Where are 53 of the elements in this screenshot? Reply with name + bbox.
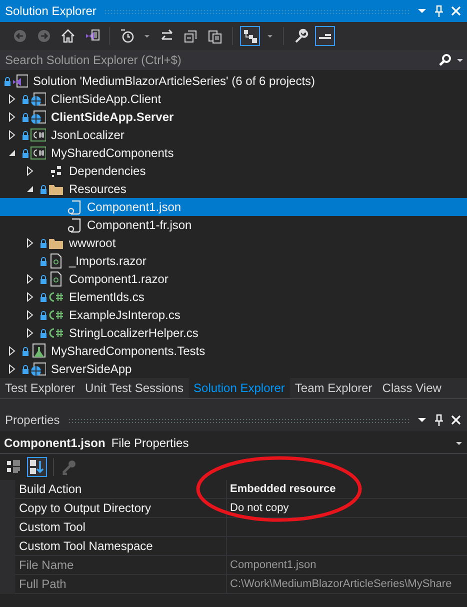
tree-item[interactable]: MySharedComponents.Tests [0, 342, 467, 360]
collapsed-arrow-icon[interactable] [8, 130, 16, 140]
tab[interactable]: Test Explorer [0, 378, 80, 398]
sort-icon[interactable] [27, 457, 47, 477]
tree-item[interactable]: _Imports.razor [0, 252, 467, 270]
tree-item[interactable]: Solution 'MediumBlazorArticleSeries' (6 of 6 projects) [0, 72, 467, 90]
property-name: Custom Tool Namespace [15, 537, 227, 555]
search-icon[interactable] [438, 53, 452, 67]
property-value[interactable]: Do not copy [227, 499, 467, 517]
tree-item[interactable]: wwwroot [0, 234, 467, 252]
collapsed-arrow-icon[interactable] [8, 346, 16, 356]
caret-icon[interactable] [455, 439, 463, 447]
tree-item[interactable]: ClientSideApp.Client [0, 90, 467, 108]
tab[interactable]: Class View [377, 378, 446, 398]
property-name: Custom Tool [15, 518, 227, 536]
collapsed-arrow-icon[interactable] [26, 310, 34, 320]
collapsed-arrow-icon[interactable] [26, 238, 34, 248]
collapsed-arrow-icon[interactable] [26, 328, 34, 338]
property-name: Build Action [15, 480, 227, 498]
collapsed-arrow-icon[interactable] [26, 292, 34, 302]
tree-item[interactable]: StringLocalizerHelper.cs [0, 324, 467, 342]
tree-item[interactable]: Component1.razor [0, 270, 467, 288]
collapsed-arrow-icon[interactable] [8, 94, 16, 104]
property-name: Full Path [15, 575, 227, 593]
expanded-arrow-icon[interactable] [26, 185, 34, 193]
tree-item[interactable]: Component1-fr.json [0, 216, 467, 234]
collapsed-arrow-icon[interactable] [8, 364, 16, 374]
tree-item[interactable]: Resources [0, 180, 467, 198]
panel-title: Properties [5, 413, 60, 427]
tab[interactable]: Team Explorer [290, 378, 378, 398]
tree-item[interactable]: MySharedComponents [0, 144, 467, 162]
tree-item[interactable]: ExampleJsInterop.cs [0, 306, 467, 324]
property-value[interactable]: Embedded resource [227, 480, 467, 498]
tree-view-icon[interactable] [240, 26, 260, 46]
preview-icon[interactable] [315, 26, 335, 46]
panel-title: Solution Explorer [5, 4, 96, 18]
tree-item[interactable]: ServerSideApp [0, 360, 467, 378]
tab[interactable]: Unit Test Sessions [80, 378, 189, 398]
tree-item[interactable]: JsonLocalizer [0, 126, 467, 144]
property-name: File Name [15, 556, 227, 574]
tree-item[interactable]: ClientSideApp.Server [0, 108, 467, 126]
collapsed-arrow-icon[interactable] [26, 166, 34, 176]
close-icon[interactable] [451, 415, 461, 425]
tab[interactable]: Solution Explorer [188, 378, 290, 398]
dropdown-icon[interactable] [417, 415, 427, 425]
tree-item[interactable]: ElementIds.cs [0, 288, 467, 306]
pin-icon[interactable] [434, 414, 444, 426]
collapsed-arrow-icon[interactable] [26, 274, 34, 284]
property-name: Copy to Output Directory [15, 499, 227, 517]
collapsed-arrow-icon[interactable] [8, 112, 16, 122]
expanded-arrow-icon[interactable] [8, 149, 16, 157]
tree-item[interactable]: Dependencies [0, 162, 467, 180]
tree-item[interactable]: Component1.json [0, 198, 467, 216]
